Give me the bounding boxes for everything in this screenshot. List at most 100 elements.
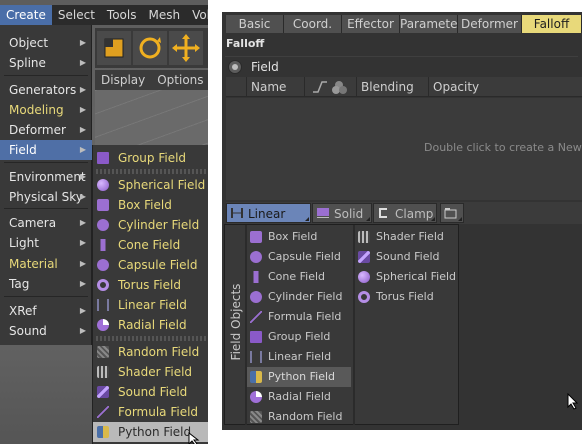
create-menu-item-generators[interactable]: Generators ▶ bbox=[0, 80, 92, 100]
cylinder-field-icon bbox=[97, 219, 109, 231]
tab-coord[interactable]: Coord. bbox=[284, 15, 342, 33]
field-object-box-field[interactable]: Box Field bbox=[247, 227, 351, 247]
column-opacity[interactable]: Opacity bbox=[428, 77, 582, 97]
random-field-icon bbox=[97, 346, 109, 358]
create-menu-item-physical-sky[interactable]: Physical Sky ▶ bbox=[0, 187, 92, 207]
field-object-spherical-field[interactable]: Spherical Field bbox=[355, 267, 459, 287]
field-submenu-item-spherical-field[interactable]: Spherical Field bbox=[93, 175, 208, 195]
field-object-label: Shader Field bbox=[376, 230, 444, 243]
tab-effector[interactable]: Effector bbox=[342, 15, 400, 33]
add-folder-button[interactable] bbox=[440, 203, 464, 223]
tab-parameter[interactable]: Parameter bbox=[400, 15, 462, 33]
create-menu-item-spline[interactable]: Spline ▶ bbox=[0, 53, 92, 73]
create-menu-item-xref[interactable]: XRef ▶ bbox=[0, 301, 92, 321]
create-menu-item-modeling[interactable]: Modeling ▶ bbox=[0, 100, 92, 120]
field-object-shader-field[interactable]: Shader Field bbox=[355, 227, 459, 247]
move-tool-button[interactable] bbox=[169, 31, 203, 65]
field-submenu-item-shader-field[interactable]: Shader Field bbox=[93, 362, 208, 382]
create-menu-item-field[interactable]: Field ▶ bbox=[0, 140, 92, 160]
tab-falloff[interactable]: Falloff bbox=[522, 15, 582, 33]
field-submenu-item-cone-field[interactable]: Cone Field bbox=[93, 235, 208, 255]
menu-bar: Create Select Tools Mesh Volu bbox=[0, 5, 208, 25]
sound-field-icon bbox=[358, 251, 370, 263]
view-menu-options[interactable]: Options bbox=[151, 70, 208, 90]
field-submenu-item-cylinder-field[interactable]: Cylinder Field bbox=[93, 215, 208, 235]
field-list[interactable]: Double click to create a New Fi bbox=[226, 98, 582, 200]
radial-field-icon bbox=[250, 391, 262, 403]
submenu-arrow-icon: ▶ bbox=[79, 125, 86, 134]
rotate-tool-button[interactable] bbox=[133, 31, 167, 65]
field-submenu-item-group-field[interactable]: Group Field bbox=[93, 148, 208, 168]
menu-separator bbox=[4, 75, 88, 76]
field-object-random-field[interactable]: Random Field bbox=[247, 407, 351, 427]
menu-create[interactable]: Create bbox=[0, 5, 52, 25]
menu-select[interactable]: Select bbox=[52, 5, 101, 25]
solid-button[interactable]: Solid bbox=[312, 203, 372, 223]
clamp-button[interactable]: Clamp bbox=[373, 203, 437, 223]
field-object-radial-field[interactable]: Radial Field bbox=[247, 387, 351, 407]
field-submenu-item-box-field[interactable]: Box Field bbox=[93, 195, 208, 215]
field-submenu: Group Field Spherical Field Box Field Cylin… bbox=[92, 145, 208, 444]
linear-field-button[interactable]: Linear Field bbox=[226, 203, 311, 241]
field-object-label: Formula Field bbox=[268, 310, 342, 323]
create-menu-item-deformer[interactable]: Deformer ▶ bbox=[0, 120, 92, 140]
field-submenu-item-label: Python Field bbox=[118, 425, 192, 439]
view-menu-display[interactable]: Display bbox=[95, 70, 151, 90]
field-object-linear-field[interactable]: Linear Field bbox=[247, 347, 351, 367]
field-submenu-item-sound-field[interactable]: Sound Field bbox=[93, 382, 208, 402]
field-submenu-item-label: Random Field bbox=[118, 345, 200, 359]
field-object-cone-field[interactable]: Cone Field bbox=[247, 267, 351, 287]
field-object-python-field[interactable]: Python Field bbox=[247, 367, 351, 387]
group-field-icon bbox=[97, 152, 109, 164]
create-menu-item-sound[interactable]: Sound ▶ bbox=[0, 321, 92, 341]
field-object-capsule-field[interactable]: Capsule Field bbox=[247, 247, 351, 267]
create-menu-item-label: Tag bbox=[9, 277, 30, 291]
field-submenu-item-radial-field[interactable]: Radial Field bbox=[93, 315, 208, 335]
folder-add-icon bbox=[444, 208, 457, 219]
field-object-torus-field[interactable]: Torus Field bbox=[355, 287, 459, 307]
field-radio-button[interactable] bbox=[228, 60, 242, 74]
column-blending[interactable]: Blending bbox=[356, 77, 428, 97]
create-menu-item-material[interactable]: Material ▶ bbox=[0, 254, 92, 274]
menu-mesh[interactable]: Mesh bbox=[142, 5, 186, 25]
field-submenu-item-label: Cone Field bbox=[118, 238, 181, 252]
viewport-menu-bar: Display Options F bbox=[95, 70, 208, 90]
field-submenu-item-linear-field[interactable]: Linear Field bbox=[93, 295, 208, 315]
create-menu-item-object[interactable]: Object ▶ bbox=[0, 33, 92, 53]
create-menu-item-label: Modeling bbox=[9, 103, 64, 117]
column-name[interactable]: Name bbox=[246, 77, 304, 97]
empty-list-hint: Double click to create a New Fi bbox=[424, 141, 582, 154]
field-submenu-item-torus-field[interactable]: Torus Field bbox=[93, 275, 208, 295]
field-object-sound-field[interactable]: Sound Field bbox=[355, 247, 459, 267]
field-submenu-item-random-field[interactable]: Random Field bbox=[93, 342, 208, 362]
solid-button-label: Solid bbox=[334, 207, 364, 221]
field-object-group-field[interactable]: Group Field bbox=[247, 327, 351, 347]
clamp-icon bbox=[379, 208, 387, 218]
submenu-arrow-icon: ▶ bbox=[79, 85, 86, 94]
create-menu-item-camera[interactable]: Camera ▶ bbox=[0, 213, 92, 233]
field-object-label: Group Field bbox=[268, 330, 331, 343]
field-submenu-item-label: Spherical Field bbox=[118, 178, 206, 192]
create-menu-item-environment[interactable]: Environment ▶ bbox=[0, 167, 92, 187]
field-submenu-item-formula-field[interactable]: Formula Field bbox=[93, 402, 208, 422]
field-submenu-item-capsule-field[interactable]: Capsule Field bbox=[93, 255, 208, 275]
field-object-label: Cone Field bbox=[268, 270, 326, 283]
field-object-formula-field[interactable]: Formula Field bbox=[247, 307, 351, 327]
field-object-label: Spherical Field bbox=[376, 270, 457, 283]
random-field-icon bbox=[250, 411, 262, 423]
field-submenu-item-label: Formula Field bbox=[118, 405, 199, 419]
spherical-field-icon bbox=[97, 179, 109, 191]
scale-tool-button[interactable] bbox=[97, 31, 131, 65]
create-menu: Object ▶ Spline ▶ Generators ▶ Modeling ▶ Deform… bbox=[0, 25, 92, 345]
field-object-cylinder-field[interactable]: Cylinder Field bbox=[247, 287, 351, 307]
menu-volume[interactable]: Volu bbox=[186, 5, 208, 25]
menu-tools[interactable]: Tools bbox=[101, 5, 143, 25]
field-object-label: Radial Field bbox=[268, 390, 331, 403]
linear-field-icon bbox=[97, 299, 109, 311]
create-menu-item-light[interactable]: Light ▶ bbox=[0, 233, 92, 253]
create-menu-item-tag[interactable]: Tag ▶ bbox=[0, 274, 92, 294]
tab-deformer[interactable]: Deformer bbox=[458, 15, 522, 33]
torus-field-icon bbox=[97, 279, 109, 291]
mouse-cursor-icon bbox=[188, 432, 200, 444]
tab-basic[interactable]: Basic bbox=[226, 15, 284, 33]
